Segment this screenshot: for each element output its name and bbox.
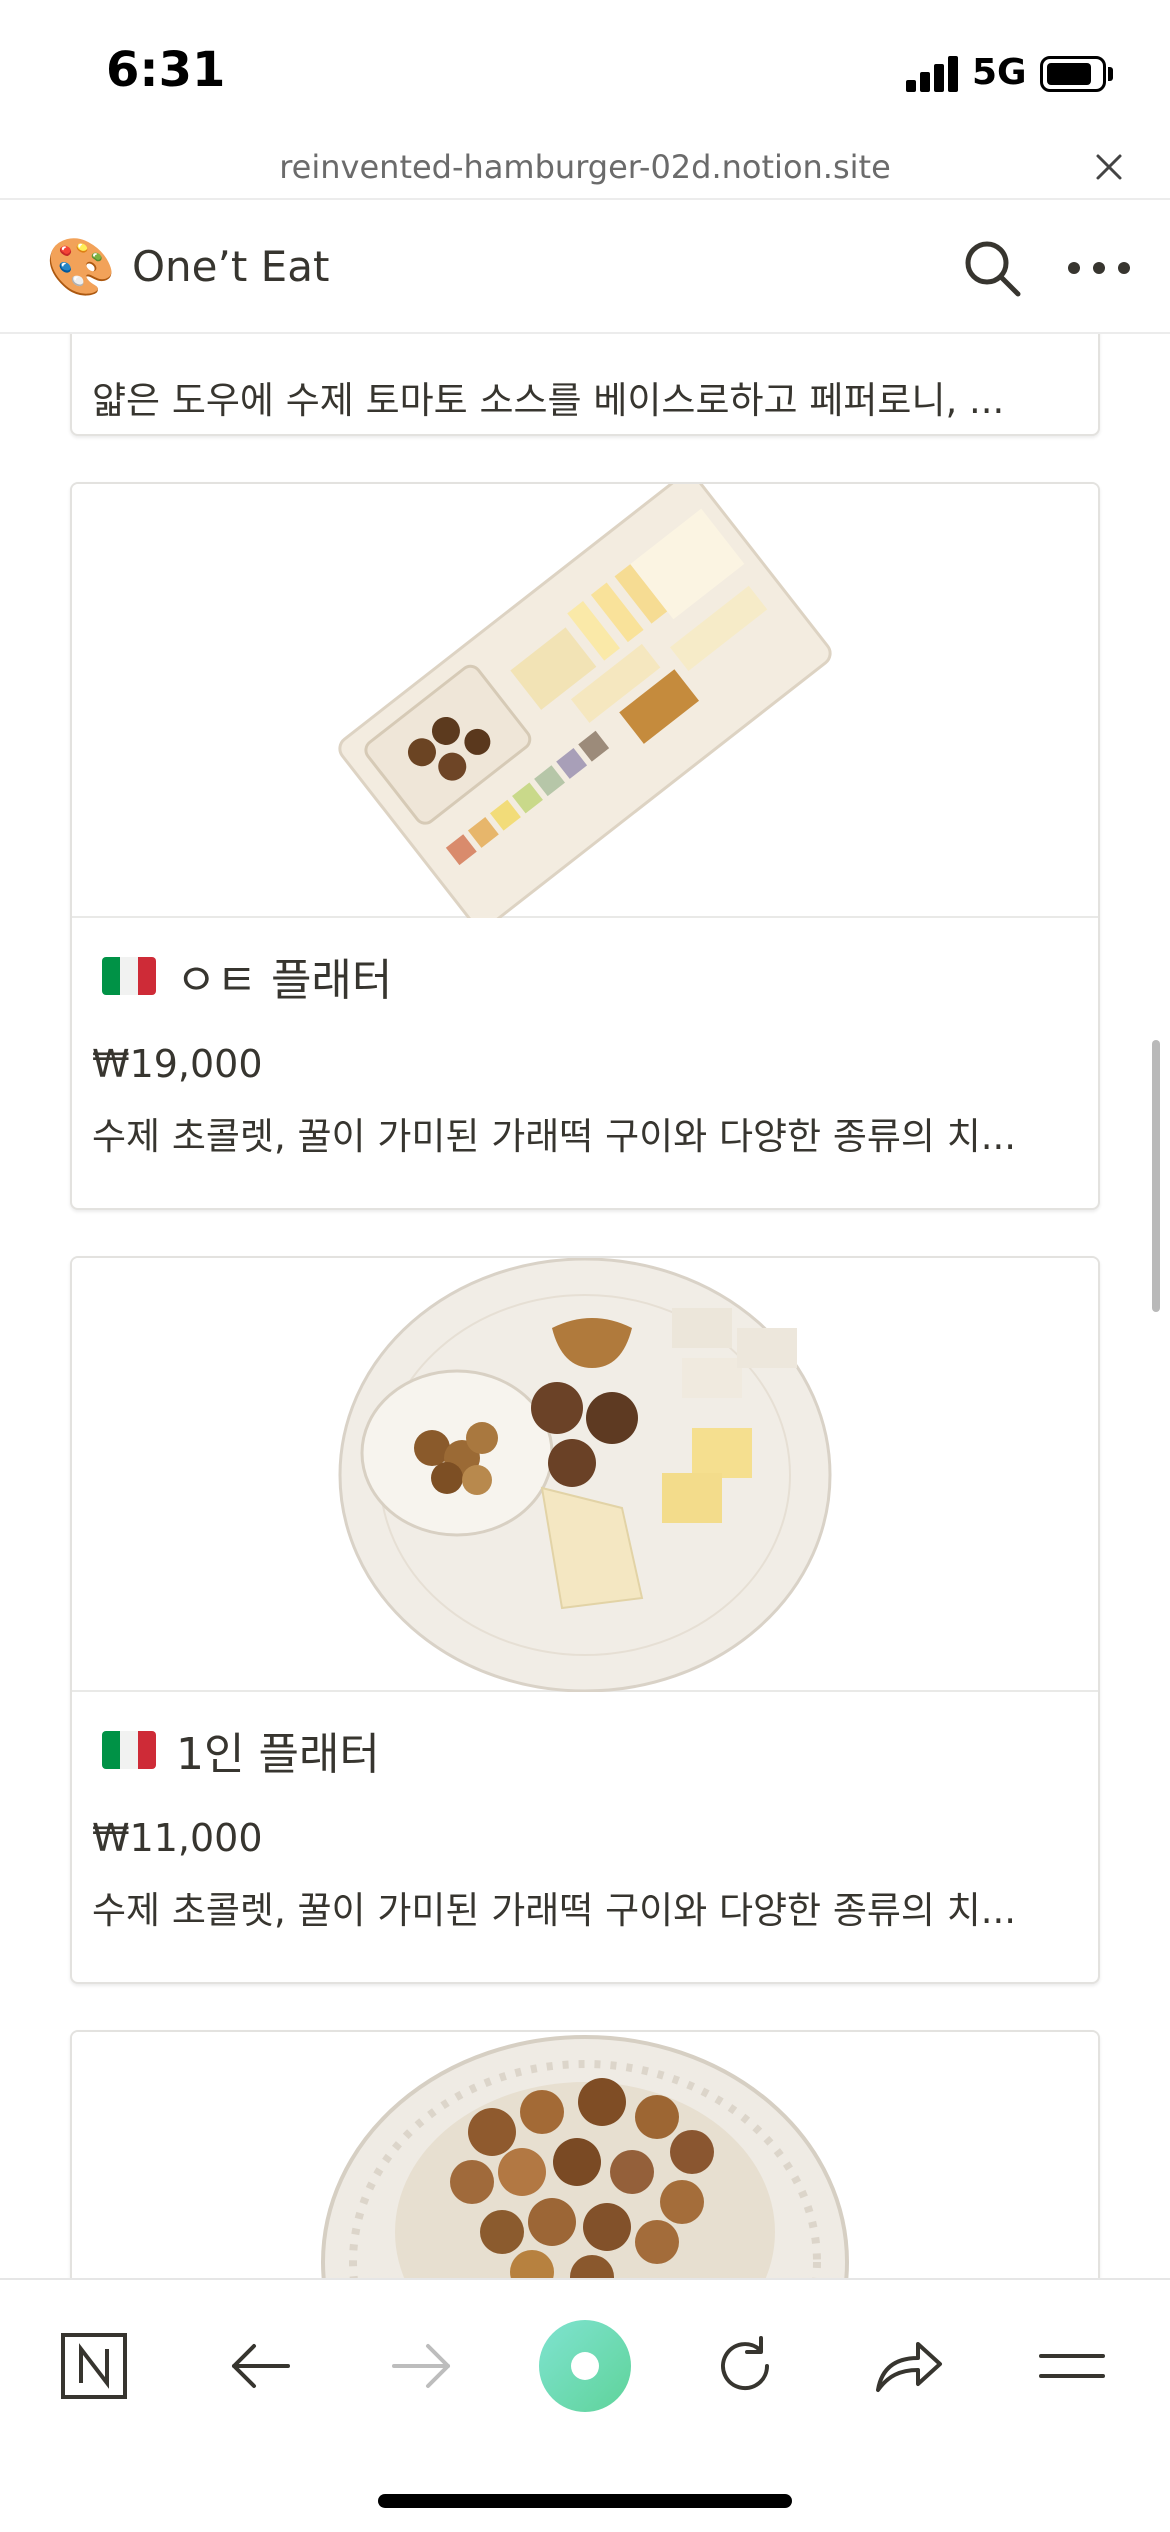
card-price: ₩11,000	[92, 1816, 263, 1860]
cellular-signal-icon	[906, 56, 958, 92]
more-icon[interactable]	[1068, 256, 1130, 280]
card-title-text: 1인 플래터	[176, 1729, 380, 1780]
cheese-platter-image	[338, 484, 832, 930]
battery-cap	[1108, 67, 1113, 81]
status-time: 6:31	[106, 42, 226, 98]
home-indicator	[378, 2494, 792, 2508]
menu-card[interactable]	[70, 2030, 1100, 2278]
italy-flag-icon	[102, 1731, 156, 1769]
search-icon[interactable]	[960, 236, 1024, 300]
single-platter-image	[338, 1258, 832, 1693]
menu-icon[interactable]	[1024, 2318, 1120, 2414]
forward-arrow-icon	[374, 2318, 470, 2414]
back-arrow-icon[interactable]	[212, 2318, 308, 2414]
menu-card[interactable]: 얇은 도우에 수제 토마토 소스를 베이스로하고 페퍼로니, ...	[70, 334, 1100, 436]
assistant-orb-icon[interactable]	[537, 2318, 633, 2414]
italy-flag-icon	[102, 957, 156, 995]
url-text[interactable]: reinvented-hamburger-02d.notion.site	[0, 148, 1170, 186]
card-title: ㅇㅌ 플래터	[102, 944, 392, 1008]
battery-icon	[1040, 56, 1106, 92]
card-image	[72, 484, 1098, 930]
browser-url-bar: reinvented-hamburger-02d.notion.site	[0, 140, 1170, 200]
menu-card[interactable]: ㅇㅌ 플래터 ₩19,000 수제 초콜렛, 꿀이 가미된 가래떡 구이와 다양…	[70, 482, 1100, 1210]
card-title: 1인 플래터	[102, 1718, 380, 1782]
menu-card[interactable]: 1인 플래터 ₩11,000 수제 초콜렛, 꿀이 가미된 가래떡 구이와 다양…	[70, 1256, 1100, 1984]
card-title-text: ㅇㅌ 플래터	[176, 955, 393, 1006]
share-icon[interactable]	[860, 2318, 956, 2414]
gallery-content: 얇은 도우에 수제 토마토 소스를 베이스로하고 페퍼로니, ... ㅇㅌ 플래…	[0, 334, 1170, 2278]
bottom-toolbar	[0, 2278, 1170, 2532]
close-icon[interactable]	[1090, 148, 1128, 186]
network-label: 5G	[972, 52, 1027, 93]
scrollbar[interactable]	[1152, 1040, 1160, 1312]
reload-icon[interactable]	[697, 2318, 793, 2414]
card-image	[72, 2032, 1098, 2278]
card-description: 수제 초콜렛, 꿀이 가미된 가래떡 구이와 다양한 종류의 치...	[92, 1115, 1017, 1158]
status-bar: 6:31 5G	[0, 0, 1170, 140]
app-header: 🎨 One’t Eat	[0, 200, 1170, 334]
nut-dish-image	[321, 2035, 849, 2278]
card-image	[72, 1258, 1098, 1693]
page-title[interactable]: One’t Eat	[132, 242, 329, 291]
card-description: 수제 초콜렛, 꿀이 가미된 가래떡 구이와 다양한 종류의 치...	[92, 1889, 1017, 1932]
card-price: ₩19,000	[92, 1042, 263, 1086]
palette-logo-icon[interactable]: 🎨	[46, 238, 116, 298]
notion-icon[interactable]	[46, 2318, 142, 2414]
card-description: 얇은 도우에 수제 토마토 소스를 베이스로하고 페퍼로니, ...	[92, 379, 1005, 422]
